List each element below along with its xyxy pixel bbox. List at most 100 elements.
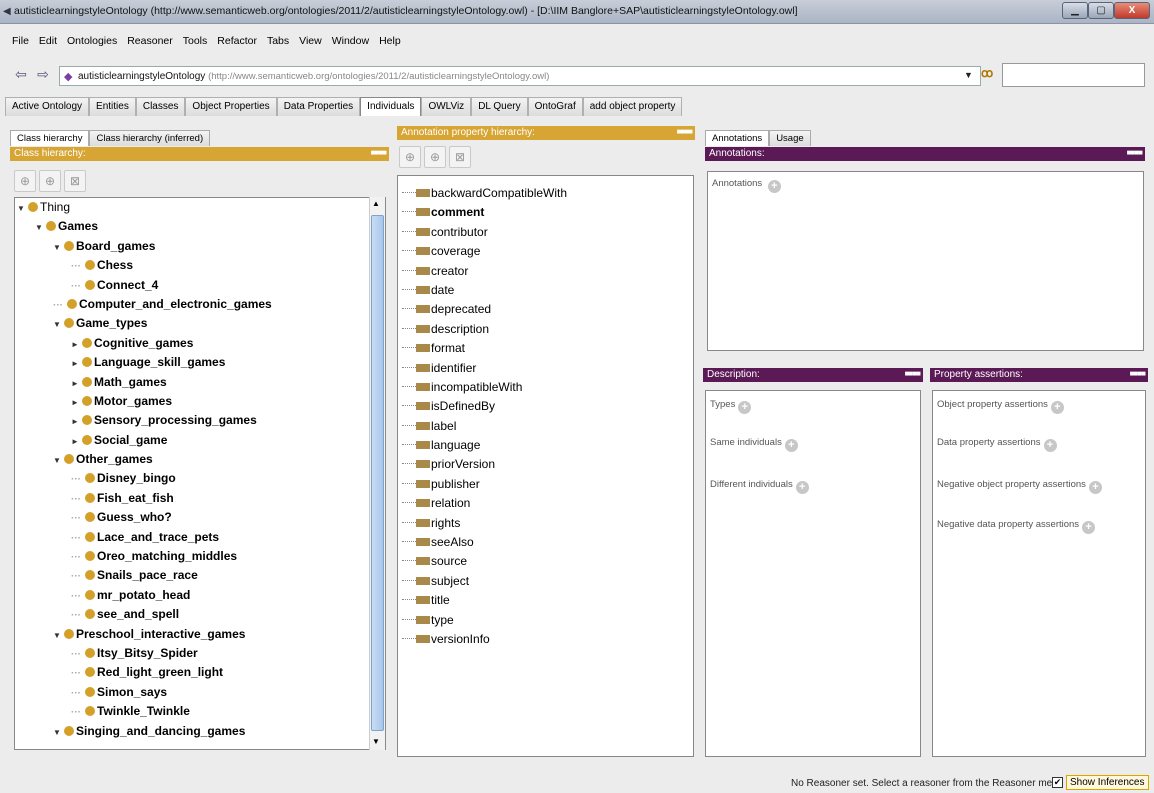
annotation-property-item[interactable]: coverage xyxy=(402,242,682,261)
menu-reasoner[interactable]: Reasoner xyxy=(122,32,178,47)
annotation-property-item[interactable]: deprecated xyxy=(402,300,682,319)
annotation-property-item[interactable]: description xyxy=(402,320,682,339)
expand-icon[interactable]: ► xyxy=(71,354,81,373)
expand-icon[interactable]: ► xyxy=(71,374,81,393)
scroll-down-icon[interactable]: ▼ xyxy=(372,737,380,746)
tab-ontograf[interactable]: OntoGraf xyxy=(527,97,583,116)
add-icon[interactable]: + xyxy=(795,481,809,494)
annotation-property-item[interactable]: backwardCompatibleWith xyxy=(402,184,682,203)
tab-usage[interactable]: Usage xyxy=(769,130,811,146)
annotation-property-item[interactable]: seeAlso xyxy=(402,533,682,552)
expand-icon[interactable]: ► xyxy=(71,393,81,412)
add-sub-property-icon[interactable]: ⊕ xyxy=(399,146,421,168)
ontology-selector[interactable]: ◆ autisticlearningstyleOntology (http://… xyxy=(59,66,981,86)
tab-object-properties[interactable]: Object Properties xyxy=(185,97,277,116)
show-inferences-checkbox[interactable]: ✔ xyxy=(1052,777,1063,788)
tab-entities[interactable]: Entities xyxy=(89,97,136,116)
annotation-property-item[interactable]: contributor xyxy=(402,223,682,242)
add-annotation-icon[interactable]: + xyxy=(767,180,781,193)
annotation-property-item[interactable]: language xyxy=(402,436,682,455)
binoculars-icon[interactable]: ꝏ xyxy=(981,66,993,80)
class-tree-row[interactable]: ··· Fish_eat_fish xyxy=(17,489,369,508)
delete-class-icon[interactable]: ⊠ xyxy=(64,170,86,192)
tab-annotations[interactable]: Annotations xyxy=(705,130,770,146)
tab-add-object-property[interactable]: add object property xyxy=(582,97,683,116)
class-tree-row[interactable]: ▼ Singing_and_dancing_games xyxy=(17,722,369,741)
annotation-property-item[interactable]: creator xyxy=(402,262,682,281)
panel-controls-icon[interactable]: ■■■■ xyxy=(371,148,387,157)
tab-class-hierarchy-inferred[interactable]: Class hierarchy (inferred) xyxy=(89,130,211,146)
class-tree-row[interactable]: ··· Connect_4 xyxy=(17,276,369,295)
forward-arrow-icon[interactable]: ⇨ xyxy=(34,64,52,84)
class-tree-row[interactable]: ► Language_skill_games xyxy=(17,353,369,372)
menu-refactor[interactable]: Refactor xyxy=(212,32,262,47)
class-tree-row[interactable]: ··· mr_potato_head xyxy=(17,586,369,605)
tab-owlviz[interactable]: OWLViz xyxy=(421,97,472,116)
add-icon[interactable]: + xyxy=(784,439,798,452)
add-icon[interactable]: + xyxy=(1082,521,1096,534)
class-tree-row[interactable]: ··· see_and_spell xyxy=(17,605,369,624)
menu-view[interactable]: View xyxy=(294,32,327,47)
maximize-button[interactable]: ▢ xyxy=(1088,2,1114,19)
add-sibling-icon[interactable]: ⊕ xyxy=(39,170,61,192)
class-tree-row[interactable]: ··· Oreo_matching_middles xyxy=(17,547,369,566)
annotation-property-item[interactable]: type xyxy=(402,611,682,630)
search-input[interactable] xyxy=(1002,63,1145,87)
annotation-property-item[interactable]: label xyxy=(402,417,682,436)
menu-help[interactable]: Help xyxy=(374,32,406,47)
class-tree-row[interactable]: ··· Computer_and_electronic_games xyxy=(17,295,369,314)
class-tree-row[interactable]: ··· Twinkle_Twinkle xyxy=(17,702,369,721)
add-subclass-icon[interactable]: ⊕ xyxy=(14,170,36,192)
expand-icon[interactable]: ► xyxy=(71,335,81,354)
class-tree-row[interactable]: ▼ Game_types xyxy=(17,314,369,333)
delete-property-icon[interactable]: ⊠ xyxy=(449,146,471,168)
annotation-property-item[interactable]: date xyxy=(402,281,682,300)
tab-dl-query[interactable]: DL Query xyxy=(471,97,528,116)
tab-active-ontology[interactable]: Active Ontology xyxy=(5,97,90,116)
tab-classes[interactable]: Classes xyxy=(135,97,186,116)
class-tree-row[interactable]: ► Math_games xyxy=(17,373,369,392)
panel-controls-icon[interactable]: ■■■■ xyxy=(1127,148,1143,157)
class-tree-row[interactable]: ► Sensory_processing_games xyxy=(17,411,369,430)
class-tree-row[interactable]: ▼ Preschool_interactive_games xyxy=(17,625,369,644)
panel-controls-icon[interactable]: ■■■■ xyxy=(905,369,921,378)
panel-controls-icon[interactable]: ■■■■ xyxy=(1130,369,1146,378)
scroll-up-icon[interactable]: ▲ xyxy=(372,199,380,208)
annotation-property-item[interactable]: versionInfo xyxy=(402,630,682,649)
class-tree-row[interactable]: ··· Guess_who? xyxy=(17,508,369,527)
annotation-property-item[interactable]: incompatibleWith xyxy=(402,378,682,397)
scroll-thumb[interactable] xyxy=(371,215,384,731)
tab-data-properties[interactable]: Data Properties xyxy=(276,97,361,116)
expand-icon[interactable]: ► xyxy=(71,432,81,451)
annotation-property-item[interactable]: format xyxy=(402,339,682,358)
dropdown-arrow-icon[interactable]: ▼ xyxy=(964,70,973,80)
annotation-property-item[interactable]: priorVersion xyxy=(402,455,682,474)
annotation-property-item[interactable]: subject xyxy=(402,572,682,591)
class-tree-row[interactable]: ··· Snails_pace_race xyxy=(17,566,369,585)
back-arrow-icon[interactable]: ⇦ xyxy=(12,64,30,84)
class-tree-row[interactable]: ··· Simon_says xyxy=(17,683,369,702)
annotation-property-item[interactable]: title xyxy=(402,591,682,610)
tab-individuals[interactable]: Individuals xyxy=(360,97,422,116)
add-sibling-property-icon[interactable]: ⊕ xyxy=(424,146,446,168)
class-tree-row[interactable]: ▼ Thing xyxy=(17,198,369,217)
annotation-property-item[interactable]: comment xyxy=(402,203,682,222)
menu-window[interactable]: Window xyxy=(327,32,374,47)
collapse-icon[interactable]: ▼ xyxy=(35,218,45,237)
annotation-property-item[interactable]: relation xyxy=(402,494,682,513)
add-icon[interactable]: + xyxy=(1050,401,1064,414)
class-tree-row[interactable]: ··· Red_light_green_light xyxy=(17,663,369,682)
class-tree-row[interactable]: ··· Lace_and_trace_pets xyxy=(17,528,369,547)
collapse-icon[interactable]: ▼ xyxy=(53,315,63,334)
panel-controls-icon[interactable]: ■■■■ xyxy=(677,127,693,136)
class-tree-row[interactable]: ▼ Games xyxy=(17,217,369,236)
collapse-icon[interactable]: ▼ xyxy=(53,451,63,470)
expand-icon[interactable]: ► xyxy=(71,412,81,431)
collapse-icon[interactable]: ▼ xyxy=(53,723,63,742)
class-tree-row[interactable]: ··· Chess xyxy=(17,256,369,275)
annotation-property-item[interactable]: identifier xyxy=(402,359,682,378)
class-tree-row[interactable]: ► Cognitive_games xyxy=(17,334,369,353)
class-tree-row[interactable]: ··· Itsy_Bitsy_Spider xyxy=(17,644,369,663)
add-icon[interactable]: + xyxy=(738,401,752,414)
class-tree-row[interactable]: ► Social_game xyxy=(17,431,369,450)
